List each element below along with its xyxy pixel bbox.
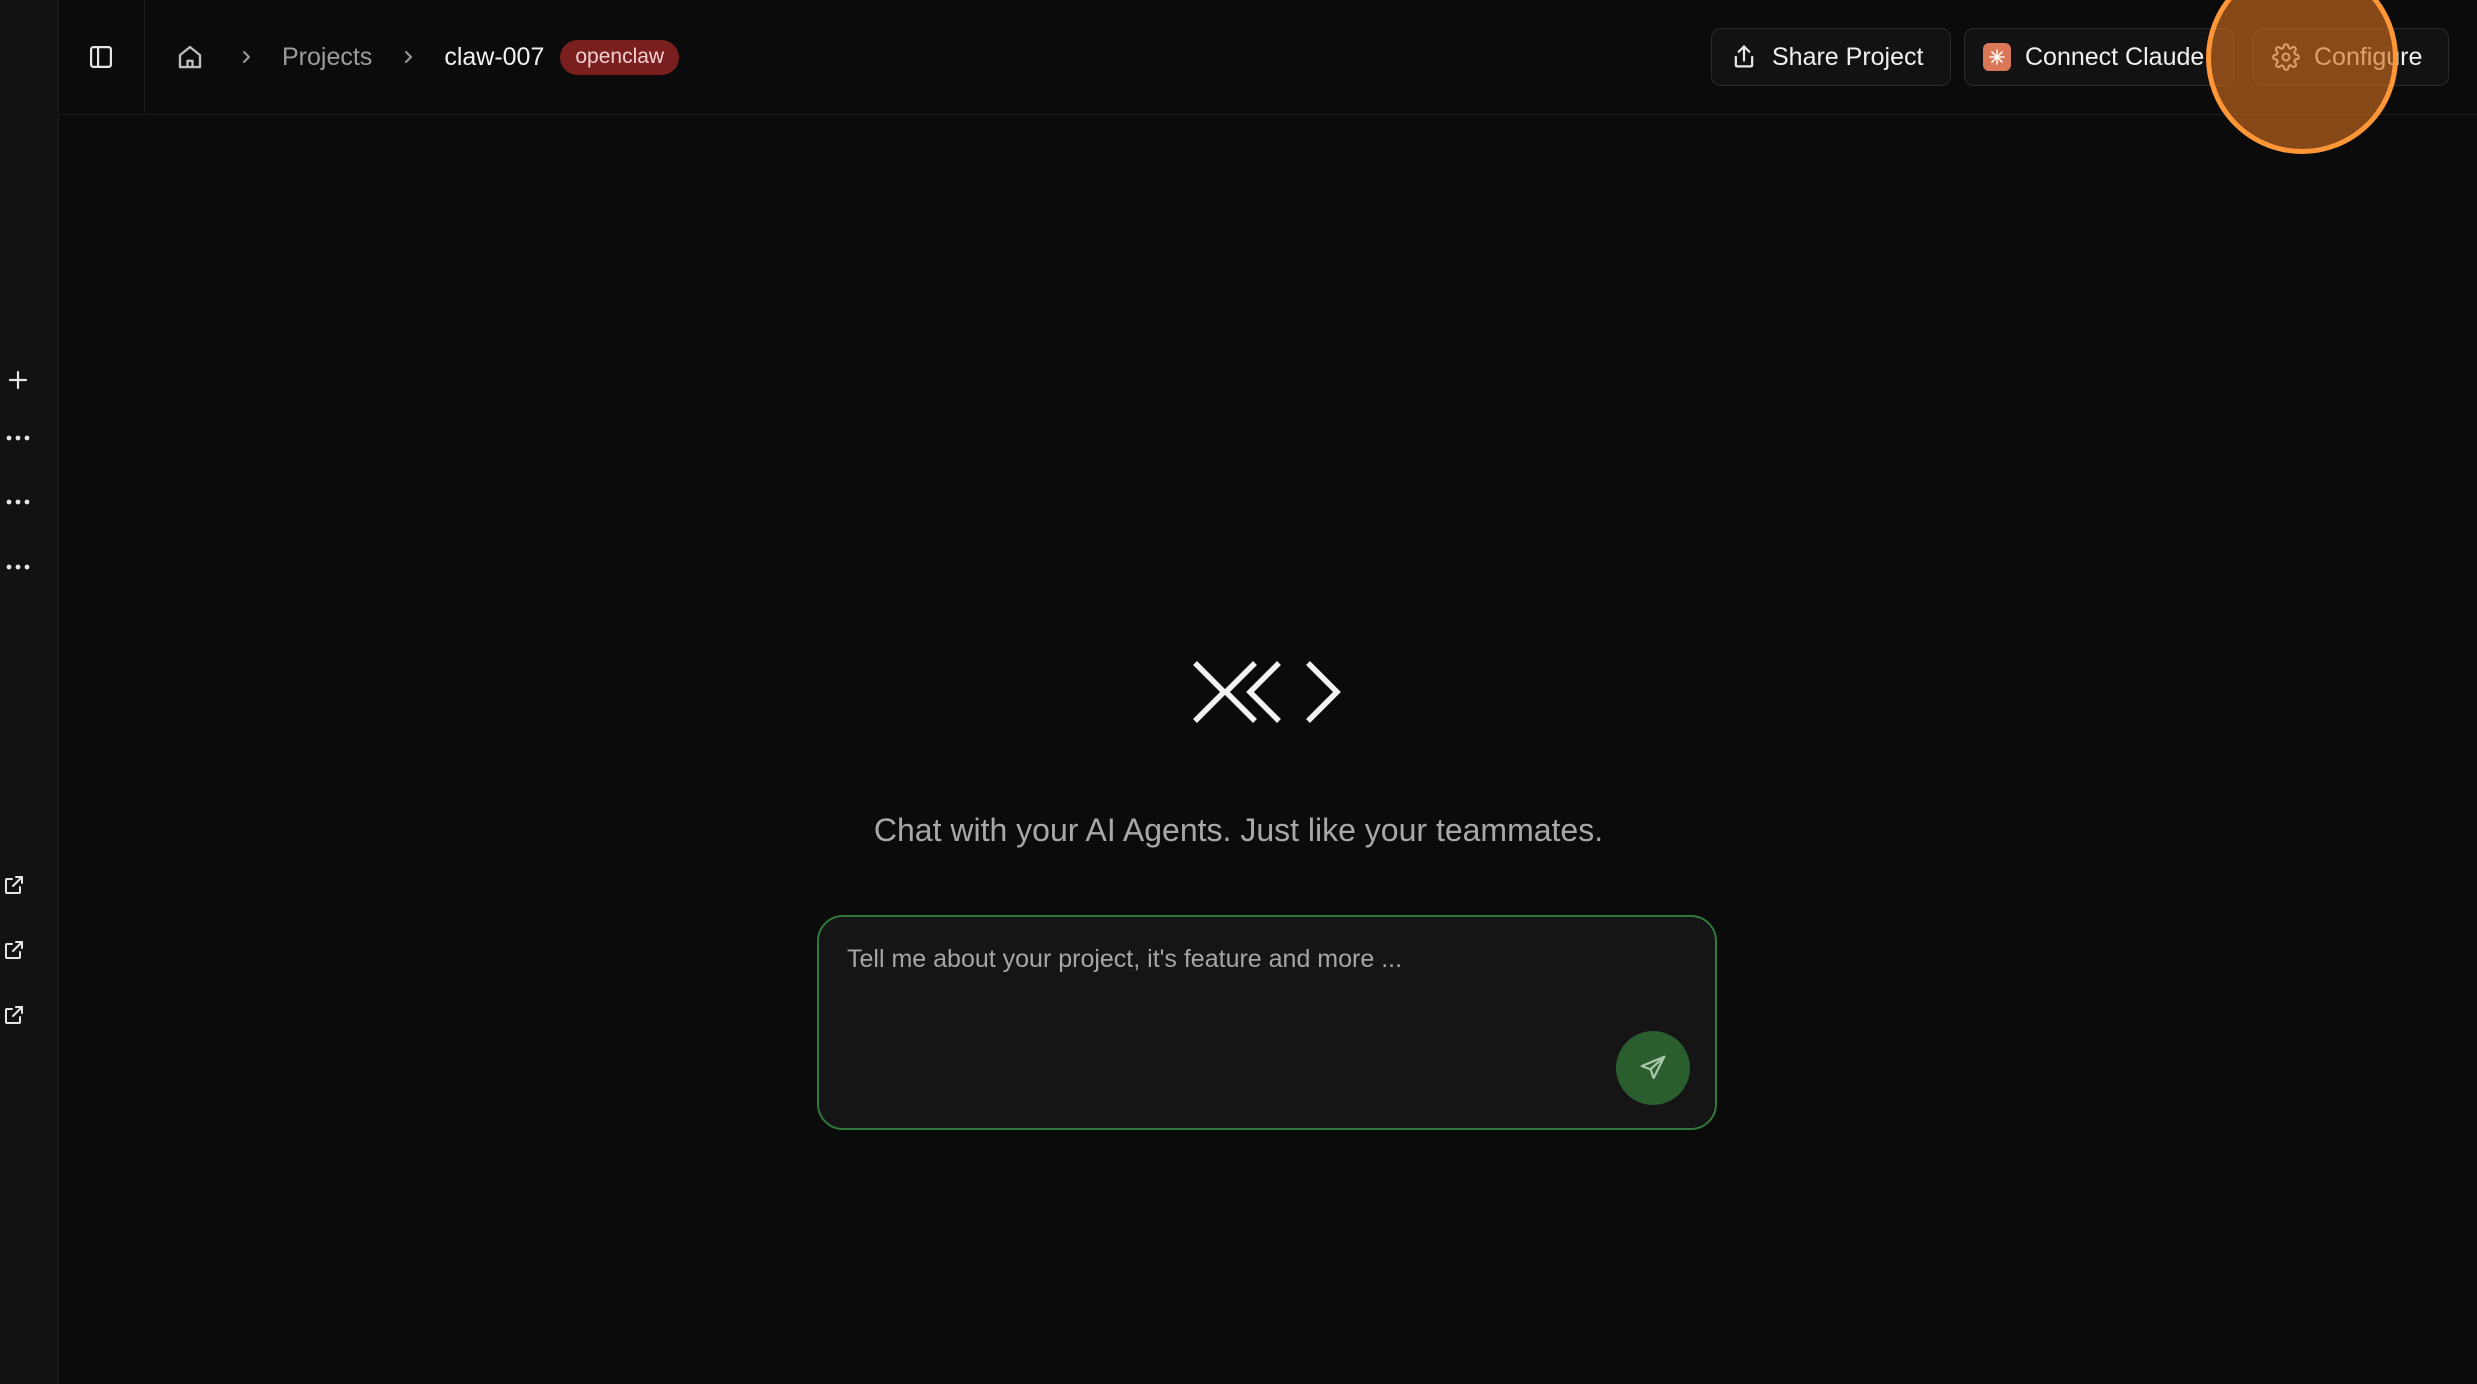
breadcrumb-current-project: claw-007: [444, 42, 545, 71]
breadcrumb: Projects claw-007 openclaw: [170, 0, 680, 114]
chat-composer: [817, 915, 1717, 1130]
home-link[interactable]: [170, 37, 210, 77]
share-project-label: Share Project: [1772, 42, 1924, 71]
sidebar-toggle-icon: [89, 45, 113, 69]
left-rail: [0, 0, 59, 1384]
send-icon: [1640, 1055, 1666, 1080]
breadcrumb-projects-link[interactable]: Projects: [282, 43, 372, 72]
connect-claude-button[interactable]: Connect Claude: [1964, 28, 2234, 86]
app-logo-icon: [1193, 661, 1341, 723]
top-bar: Projects claw-007 openclaw Share Project…: [58, 0, 2477, 115]
more-options-button[interactable]: [0, 549, 36, 585]
external-link-icon: [5, 876, 23, 894]
home-icon: [178, 45, 202, 69]
more-horizontal-icon: [6, 499, 30, 505]
project-type-badge: openclaw: [560, 39, 680, 75]
plus-icon: [8, 370, 28, 390]
chevron-right-icon: [388, 37, 428, 77]
share-project-button[interactable]: Share Project: [1711, 28, 1951, 86]
external-link-icon: [5, 1006, 23, 1024]
external-link-button[interactable]: [0, 867, 38, 903]
configure-button[interactable]: Configure: [2253, 28, 2449, 86]
chat-input[interactable]: [847, 945, 1667, 1055]
gear-icon: [2272, 43, 2300, 71]
app-window: Projects claw-007 openclaw Share Project…: [0, 0, 2477, 1384]
external-link-button[interactable]: [0, 932, 38, 968]
chevron-right-icon: [226, 37, 266, 77]
tagline: Chat with your AI Agents. Just like your…: [873, 812, 1604, 848]
more-horizontal-icon: [6, 564, 30, 570]
external-link-button[interactable]: [0, 997, 38, 1033]
connect-claude-label: Connect Claude: [2025, 42, 2205, 71]
more-options-button[interactable]: [0, 484, 36, 520]
send-button[interactable]: [1616, 1031, 1690, 1105]
claude-logo-icon: [1983, 43, 2011, 71]
share-icon: [1730, 43, 1758, 71]
external-link-icon: [5, 941, 23, 959]
sidebar-toggle-button[interactable]: [58, 0, 145, 114]
more-horizontal-icon: [6, 435, 30, 441]
new-item-button[interactable]: [0, 362, 36, 398]
configure-label: Configure: [2314, 42, 2423, 71]
more-options-button[interactable]: [0, 420, 36, 456]
